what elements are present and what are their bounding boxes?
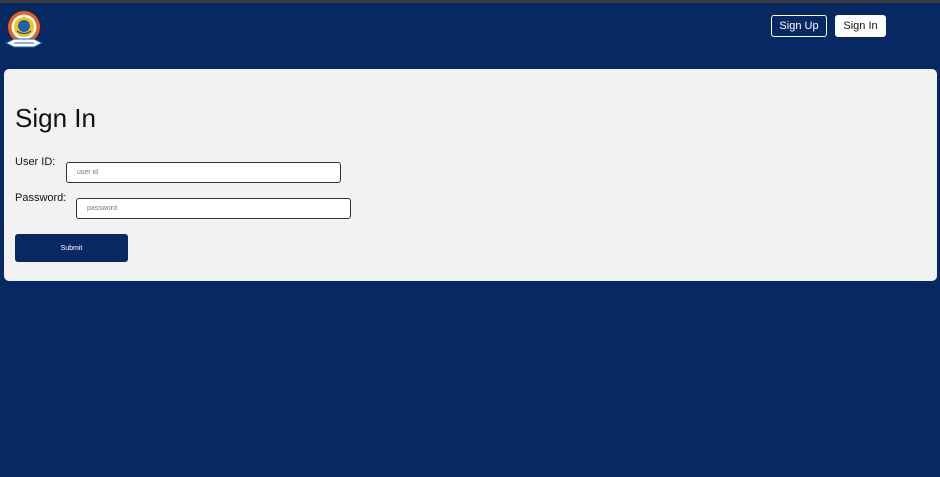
institution-emblem-icon[interactable] bbox=[2, 9, 50, 49]
page-title: Sign In bbox=[15, 103, 96, 133]
submit-button[interactable]: Submit bbox=[15, 234, 128, 262]
sign-in-nav-button[interactable]: Sign In bbox=[835, 15, 886, 37]
password-input[interactable] bbox=[76, 198, 351, 219]
user-id-input[interactable] bbox=[66, 162, 341, 183]
user-id-label: User ID: bbox=[15, 156, 56, 168]
password-label: Password: bbox=[15, 192, 67, 204]
sign-in-card: Sign In User ID: Password: Submit bbox=[4, 69, 937, 281]
header: Sign Up Sign In bbox=[0, 3, 940, 65]
sign-up-button[interactable]: Sign Up bbox=[771, 15, 827, 37]
